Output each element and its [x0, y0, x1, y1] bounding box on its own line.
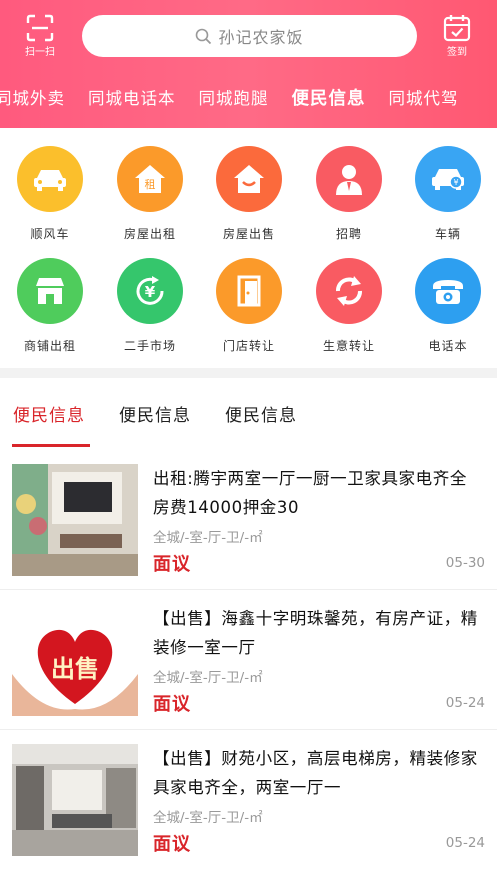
- category-label: 生意转让: [322, 339, 375, 353]
- category-label: 门店转让: [222, 339, 275, 353]
- listing-title: 【出售】海鑫十字明珠馨苑，有房产证，精装修一室一厅: [153, 609, 478, 657]
- door-icon: [216, 258, 282, 324]
- nav-tab-info[interactable]: 便民信息: [292, 84, 366, 116]
- listing-price: 面议: [153, 694, 191, 715]
- svg-text:租: 租: [145, 178, 156, 191]
- active-tab-indicator: [12, 444, 90, 447]
- category-carpool[interactable]: 顺风车: [0, 146, 100, 242]
- listing-title: 【出售】财苑小区，高层电梯房，精装修家具家电齐全，两室一厅一: [153, 749, 478, 797]
- sub-tabs: 便民信息 便民信息 便民信息: [0, 378, 497, 447]
- info-list-section: 便民信息 便民信息 便民信息 出租:腾宇两室一厅一厨一卫家具家电齐全房费1400…: [0, 378, 497, 883]
- category-label: 二手市场: [123, 339, 176, 353]
- thumb-text: 出售: [51, 655, 99, 683]
- listing-price: 面议: [153, 554, 191, 575]
- category-label: 招聘: [335, 227, 362, 241]
- category-label: 房屋出售: [222, 227, 275, 241]
- vehicle-icon: ¥: [415, 146, 481, 212]
- category-second-hand[interactable]: ¥ 二手市场: [100, 258, 200, 354]
- sign-in-label: 签到: [447, 47, 467, 58]
- scan-button[interactable]: 扫一扫: [18, 14, 62, 60]
- top-nav: 同城外卖 同城电话本 同城跑腿 便民信息 同城代驾: [0, 84, 482, 116]
- nav-tab-phonebook[interactable]: 同城电话本: [88, 84, 176, 116]
- sub-tab-1[interactable]: 便民信息: [13, 401, 85, 426]
- scan-label: 扫一扫: [25, 47, 55, 58]
- house-sale-icon: [216, 146, 282, 212]
- category-label: 电话本: [428, 339, 468, 353]
- nav-tab-errand[interactable]: 同城跑腿: [199, 84, 269, 116]
- header: 扫一扫 孙记农家饭 签到 同城外卖 同城电话本 同城跑腿 便民信息 同城代驾: [0, 0, 497, 128]
- category-house-sale[interactable]: 房屋出售: [199, 146, 299, 242]
- shop-icon: [17, 258, 83, 324]
- listing-item[interactable]: 【出售】财苑小区，高层电梯房，精装修家具家电齐全，两室一厅一 全城/-室-厅-卫…: [0, 744, 497, 882]
- search-bar[interactable]: 孙记农家饭: [82, 15, 417, 57]
- transfer-icon: [316, 258, 382, 324]
- listing-date: 05-24: [445, 835, 485, 851]
- app-page: 扫一扫 孙记农家饭 签到 同城外卖 同城电话本 同城跑腿 便民信息 同城代驾 顺…: [0, 0, 497, 883]
- category-house-rent[interactable]: 租 房屋出租: [100, 146, 200, 242]
- listing-meta: 全城/-室-厅-卫/-㎡: [153, 670, 263, 686]
- listing-item[interactable]: 出售 【出售】海鑫十字明珠馨苑，有房产证，精装修一室一厅 全城/-室-厅-卫/-…: [0, 604, 497, 742]
- category-phonebook[interactable]: 电话本: [398, 258, 497, 354]
- category-recruit[interactable]: 招聘: [299, 146, 399, 242]
- category-vehicle[interactable]: ¥ 车辆: [398, 146, 497, 242]
- listing-meta: 全城/-室-厅-卫/-㎡: [153, 810, 263, 826]
- house-rent-icon: 租: [117, 146, 183, 212]
- category-shop-rent[interactable]: 商铺出租: [0, 258, 100, 354]
- category-label: 房屋出租: [123, 227, 176, 241]
- search-placeholder: 孙记农家饭: [218, 28, 304, 47]
- category-label: 商铺出租: [23, 339, 76, 353]
- sign-in-button[interactable]: 签到: [441, 14, 473, 60]
- listing-title: 出租:腾宇两室一厅一厨一卫家具家电齐全房费14000押金30: [153, 469, 467, 517]
- listing-item[interactable]: 出租:腾宇两室一厅一厨一卫家具家电齐全房费14000押金30 全城/-室-厅-卫…: [0, 464, 497, 602]
- category-label: 车辆: [434, 227, 461, 241]
- nav-tab-takeout[interactable]: 同城外卖: [0, 84, 65, 116]
- listing-meta: 全城/-室-厅-卫/-㎡: [153, 530, 263, 546]
- scan-icon: [26, 14, 54, 42]
- svg-text:¥: ¥: [453, 178, 458, 187]
- category-business-transfer[interactable]: 生意转让: [299, 258, 399, 354]
- sub-tab-3[interactable]: 便民信息: [225, 401, 297, 426]
- search-icon: [196, 28, 212, 44]
- nav-tab-driver[interactable]: 同城代驾: [389, 84, 459, 116]
- listing-price: 面议: [153, 834, 191, 855]
- svg-text:¥: ¥: [145, 283, 156, 301]
- heart-sale-photo: 出售: [12, 604, 138, 716]
- car-icon: [17, 146, 83, 212]
- divider: [0, 729, 497, 730]
- yuan-cycle-icon: ¥: [117, 258, 183, 324]
- listing-date: 05-24: [445, 695, 485, 711]
- room-photo: [12, 464, 138, 576]
- category-label: 顺风车: [30, 227, 70, 241]
- divider: [0, 589, 497, 590]
- calendar-check-icon: [443, 15, 471, 42]
- phone-icon: [415, 258, 481, 324]
- category-store-transfer[interactable]: 门店转让: [199, 258, 299, 354]
- listing-date: 05-30: [445, 555, 485, 571]
- sub-tab-2[interactable]: 便民信息: [119, 401, 191, 426]
- living-room-photo: [12, 744, 138, 856]
- recruit-icon: [316, 146, 382, 212]
- category-grid: 顺风车 租 房屋出租 房屋出售 招聘 ¥ 车辆 商铺出租 ¥ 二手市场 门店转让…: [0, 128, 497, 368]
